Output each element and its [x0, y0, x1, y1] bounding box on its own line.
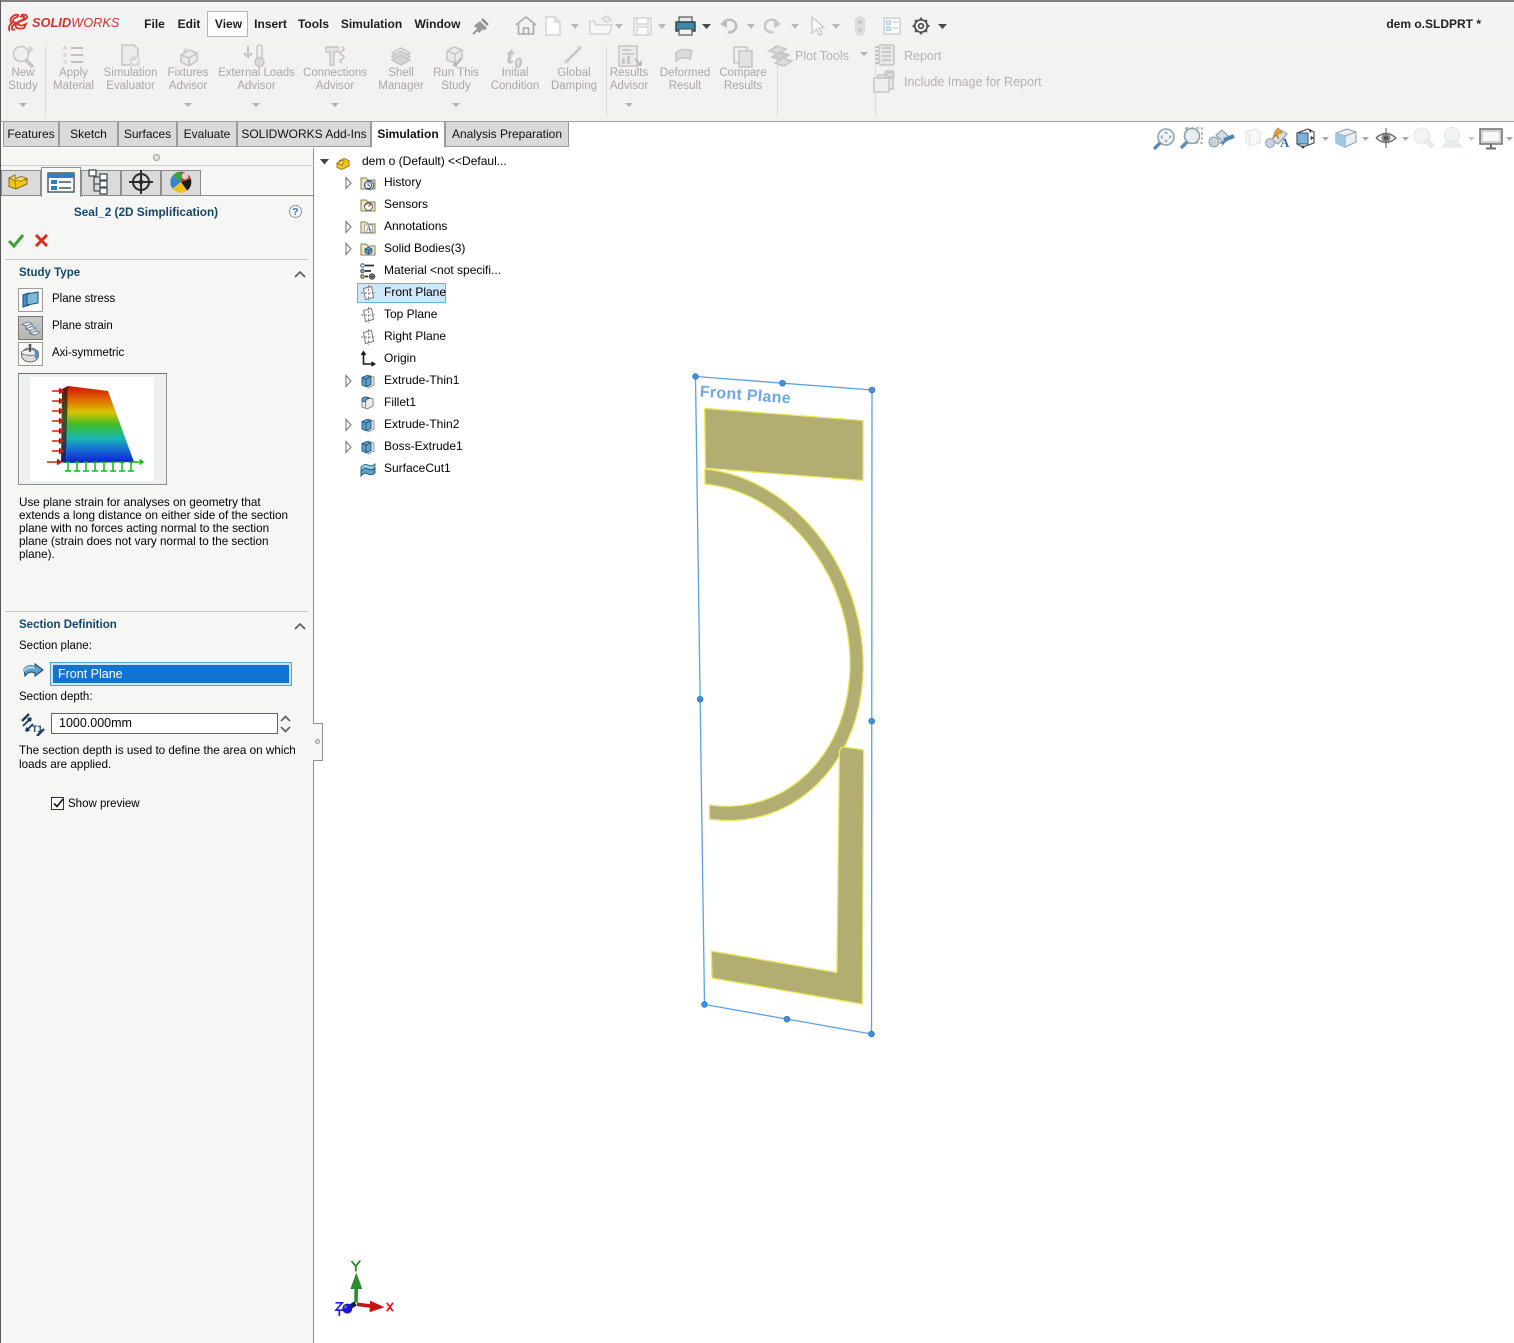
svg-text:Front Plane: Front Plane [699, 384, 791, 408]
svg-text:t: t [507, 43, 514, 68]
svg-text:A: A [1280, 135, 1290, 150]
svg-text:T1: T1 [32, 724, 43, 734]
svg-text:A: A [366, 225, 372, 234]
